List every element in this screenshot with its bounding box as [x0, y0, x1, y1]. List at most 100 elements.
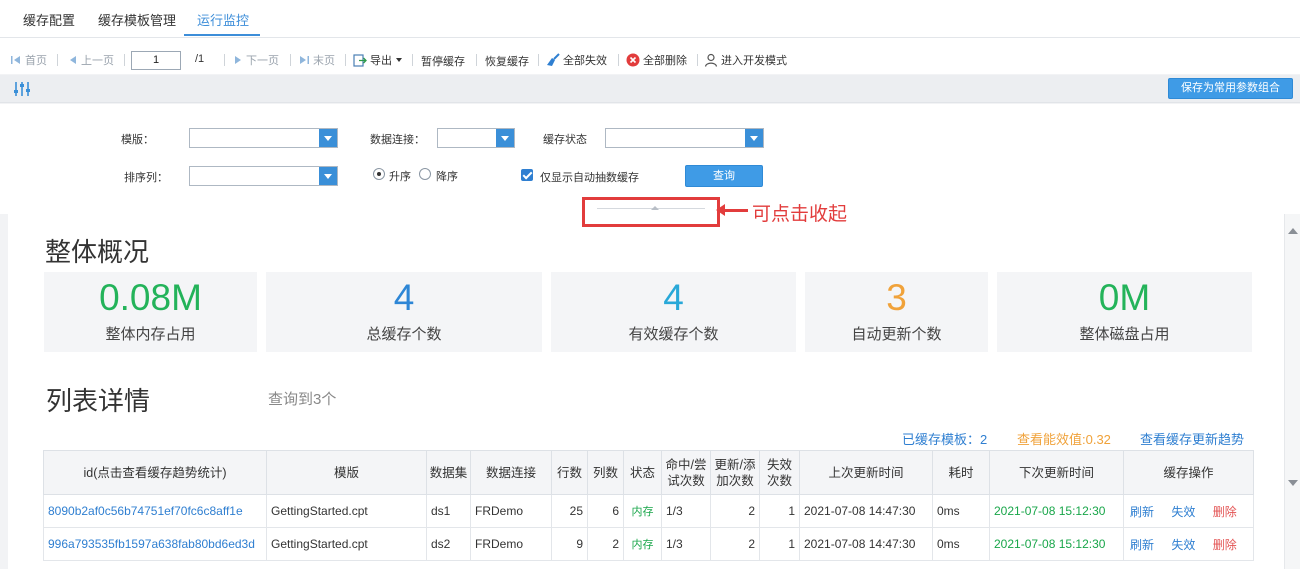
- cell-last-update: 2021-07-08 14:47:30: [799, 494, 933, 528]
- export-button[interactable]: 导出: [353, 52, 402, 68]
- stat-card-total: 4 总缓存个数: [266, 272, 542, 352]
- cache-table: id(点击查看缓存趋势统计) 模版 数据集 数据连接 行数 列数 状态 命中/尝…: [43, 450, 1254, 561]
- descending-radio[interactable]: [419, 168, 431, 180]
- sort-column-label: 排序列：: [124, 172, 168, 184]
- ascending-radio[interactable]: [373, 168, 385, 180]
- toolbar-divider: [124, 54, 125, 66]
- stat-label: 有效缓存个数: [628, 326, 719, 343]
- first-page-button[interactable]: 首页: [10, 52, 47, 68]
- delete-circle-icon: [626, 53, 640, 67]
- column-header[interactable]: 命中/尝试次数: [661, 450, 711, 495]
- cell-update: 2: [710, 494, 760, 528]
- query-button[interactable]: 查询: [685, 165, 763, 187]
- delete-all-button[interactable]: 全部删除: [626, 52, 687, 68]
- prev-page-icon: [70, 56, 76, 64]
- annotation-arrow: [716, 204, 748, 216]
- update-trend-link[interactable]: 查看缓存更新趋势: [1140, 429, 1244, 448]
- stat-label: 整体磁盘占用: [1079, 326, 1170, 343]
- column-header[interactable]: 数据集: [426, 450, 471, 495]
- column-header[interactable]: id(点击查看缓存趋势统计): [43, 450, 267, 495]
- invalidate-link[interactable]: 失效: [1171, 538, 1195, 552]
- cell-connection: FRDemo: [470, 527, 552, 561]
- tab-cache-config[interactable]: 缓存配置: [23, 10, 75, 29]
- tab-runtime-monitor[interactable]: 运行监控: [197, 10, 249, 29]
- toolbar-divider: [412, 54, 413, 66]
- cell-invalid: 1: [759, 527, 800, 561]
- invalidate-all-label: 全部失效: [563, 55, 607, 67]
- chevron-up-icon: [651, 206, 659, 210]
- invalidate-all-button[interactable]: 全部失效: [545, 52, 607, 68]
- stat-value: 0.08M: [99, 277, 202, 318]
- next-page-button[interactable]: 下一页: [233, 52, 279, 68]
- cache-id-link[interactable]: 8090b2af0c56b74751ef70fc6c8aff1e: [43, 494, 267, 528]
- connection-label: 数据连接：: [370, 134, 425, 146]
- refresh-link[interactable]: 刷新: [1130, 505, 1154, 519]
- column-header[interactable]: 上次更新时间: [799, 450, 933, 495]
- delete-link[interactable]: 删除: [1213, 505, 1237, 519]
- collapse-handle[interactable]: [582, 197, 720, 227]
- cell-rows: 9: [551, 527, 588, 561]
- pause-cache-button[interactable]: 暂停缓存: [421, 53, 465, 69]
- efficiency-link[interactable]: 查看能效值:0.32: [1017, 429, 1111, 448]
- invalidate-link[interactable]: 失效: [1171, 505, 1195, 519]
- delete-link[interactable]: 删除: [1213, 538, 1237, 552]
- tab-cache-template-management[interactable]: 缓存模板管理: [98, 10, 176, 29]
- column-header[interactable]: 耗时: [932, 450, 990, 495]
- auto-extract-only-checkbox[interactable]: [521, 169, 533, 181]
- chevron-down-icon[interactable]: [319, 129, 337, 147]
- toolbar-divider: [345, 54, 346, 66]
- stat-value: 4: [663, 277, 684, 318]
- save-param-combo-button[interactable]: 保存为常用参数组合: [1168, 78, 1293, 99]
- connection-combo[interactable]: [437, 128, 515, 148]
- scroll-up-icon[interactable]: [1288, 228, 1298, 234]
- list-title: 列表详情: [46, 386, 151, 416]
- delete-all-label: 全部删除: [643, 55, 687, 67]
- column-header[interactable]: 更新/添加次数: [710, 450, 760, 495]
- last-page-button[interactable]: 末页: [298, 52, 335, 68]
- table-row: 996a793535fb1597a638fab80bd6ed3d Getting…: [43, 527, 1254, 561]
- stat-label: 整体内存占用: [105, 326, 196, 343]
- tab-bar: 缓存配置 缓存模板管理 运行监控: [0, 0, 1300, 38]
- column-header[interactable]: 行数: [551, 450, 588, 495]
- cell-cols: 2: [587, 527, 624, 561]
- page-number-input[interactable]: 1: [131, 51, 181, 70]
- cache-id-link[interactable]: 996a793535fb1597a638fab80bd6ed3d: [43, 527, 267, 561]
- first-page-label: 首页: [25, 55, 47, 67]
- resume-cache-button[interactable]: 恢复缓存: [485, 53, 529, 69]
- refresh-link[interactable]: 刷新: [1130, 538, 1154, 552]
- chevron-down-icon[interactable]: [745, 129, 763, 147]
- cell-actions: 刷新 失效 删除: [1123, 494, 1254, 528]
- cell-template: GettingStarted.cpt: [266, 494, 427, 528]
- cell-actions: 刷新 失效 删除: [1123, 527, 1254, 561]
- stat-value: 0M: [1098, 277, 1151, 318]
- column-header[interactable]: 列数: [587, 450, 624, 495]
- column-header[interactable]: 数据连接: [470, 450, 552, 495]
- cell-next-update: 2021-07-08 15:12:30: [989, 494, 1124, 528]
- prev-page-button[interactable]: 上一页: [68, 52, 114, 68]
- column-header[interactable]: 失效次数: [759, 450, 800, 495]
- vertical-scrollbar[interactable]: [1284, 214, 1300, 569]
- chevron-down-icon[interactable]: [319, 167, 337, 185]
- cell-rows: 25: [551, 494, 588, 528]
- stat-value: 4: [393, 277, 415, 318]
- column-header[interactable]: 模版: [266, 450, 427, 495]
- annotation-text: 可点击收起: [752, 204, 848, 225]
- cache-status-combo[interactable]: [605, 128, 764, 148]
- filter-settings-icon[interactable]: [12, 81, 32, 97]
- scroll-down-icon[interactable]: [1288, 480, 1298, 486]
- cell-invalid: 1: [759, 494, 800, 528]
- dev-mode-button[interactable]: 进入开发模式: [704, 52, 787, 68]
- last-page-icon: [300, 56, 309, 64]
- descending-label: 降序: [436, 171, 458, 183]
- chevron-down-icon[interactable]: [496, 129, 514, 147]
- stat-label: 自动更新个数: [851, 326, 942, 343]
- cell-status: 内存: [623, 527, 662, 561]
- column-header[interactable]: 状态: [623, 450, 662, 495]
- column-header[interactable]: 下次更新时间: [989, 450, 1124, 495]
- cell-dataset: ds2: [426, 527, 471, 561]
- template-combo[interactable]: [189, 128, 338, 148]
- sort-column-combo[interactable]: [189, 166, 338, 186]
- broom-icon: [547, 53, 560, 66]
- cell-hit: 1/3: [661, 494, 711, 528]
- cached-templates-link[interactable]: 已缓存模板：2: [902, 429, 987, 448]
